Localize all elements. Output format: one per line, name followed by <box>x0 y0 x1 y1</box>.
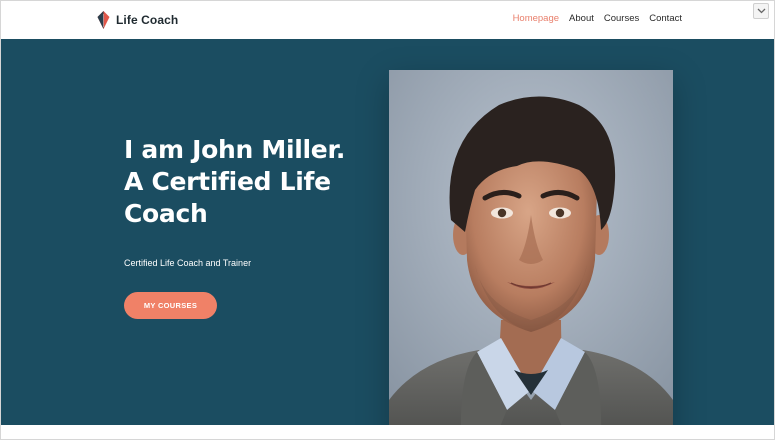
hero-title: I am John Miller. A Certified Life Coach <box>124 135 346 228</box>
nav-link-contact[interactable]: Contact <box>649 13 682 24</box>
site-logo[interactable]: Life Coach <box>97 10 178 30</box>
my-courses-button[interactable]: MY COURSES <box>124 292 217 319</box>
main-nav: Homepage About Courses Contact <box>513 13 682 24</box>
site-header: Life Coach Homepage About Courses Contac… <box>1 1 774 39</box>
chevron-down-icon <box>757 8 765 14</box>
nav-link-courses[interactable]: Courses <box>604 13 639 24</box>
hero-subtitle: Certified Life Coach and Trainer <box>124 258 252 268</box>
dropdown-toggle-button[interactable] <box>753 3 769 19</box>
nav-link-about[interactable]: About <box>569 13 594 24</box>
page-bottom-strip <box>1 425 774 439</box>
leaf-logo-icon <box>97 11 110 29</box>
browser-viewport: Life Coach Homepage About Courses Contac… <box>0 0 775 440</box>
nav-link-homepage[interactable]: Homepage <box>513 13 559 24</box>
coach-portrait-image <box>389 70 673 439</box>
portrait-illustration <box>389 70 673 439</box>
brand-name: Life Coach <box>116 13 179 27</box>
